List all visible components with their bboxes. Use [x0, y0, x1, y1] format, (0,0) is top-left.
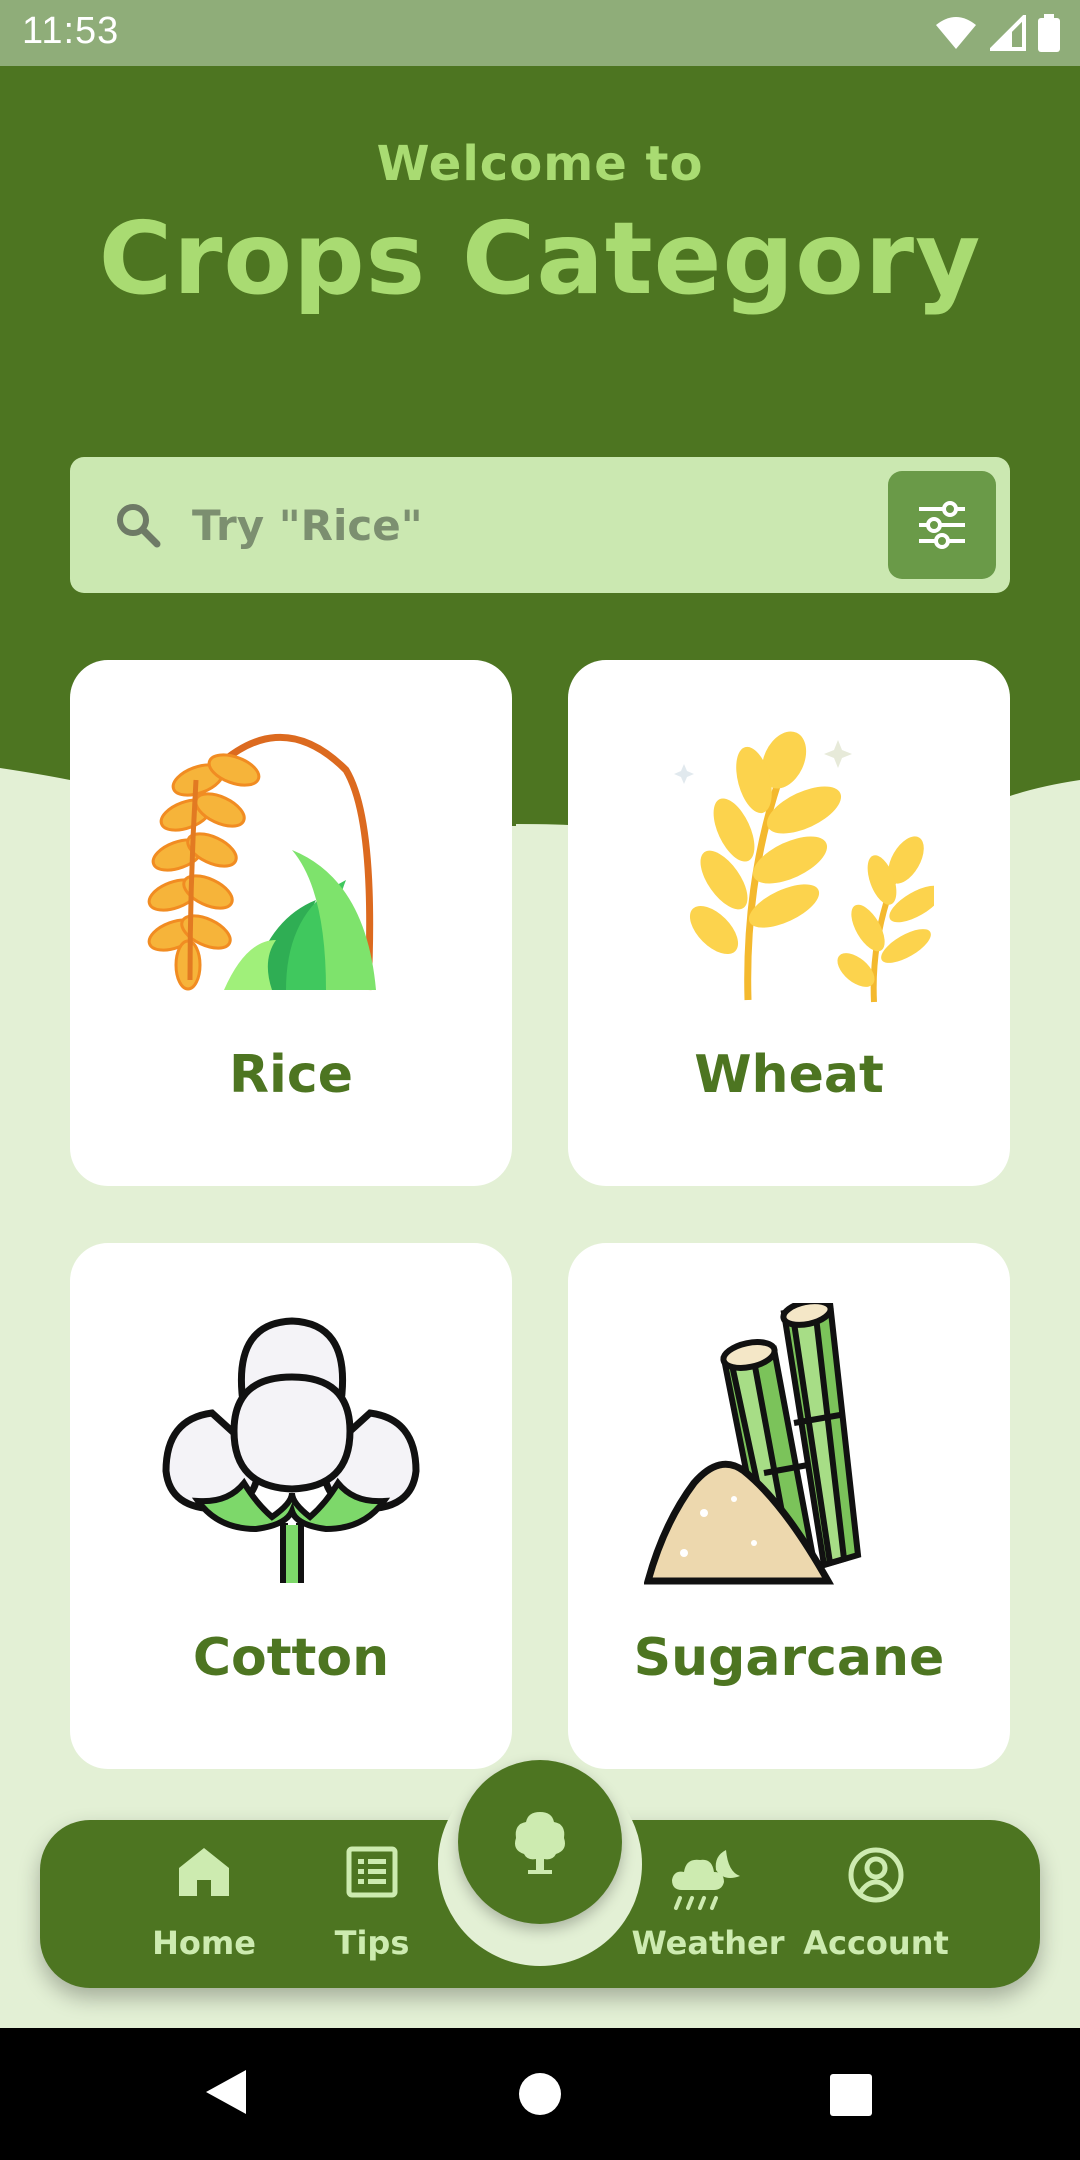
filter-button[interactable]: [888, 471, 996, 579]
page-title: Crops Category: [98, 200, 982, 317]
wheat-icon: [674, 731, 934, 1003]
recents-icon[interactable]: [830, 2074, 872, 2116]
sliders-icon: [919, 501, 965, 549]
nav-tips[interactable]: Tips: [302, 1846, 442, 1966]
crop-card-cotton[interactable]: Cotton: [70, 1243, 512, 1769]
weather-icon: [672, 1850, 740, 1910]
back-icon[interactable]: [204, 2068, 248, 2116]
crop-label-wheat: Wheat: [694, 1045, 884, 1105]
crop-label-rice: Rice: [229, 1045, 353, 1105]
crop-card-wheat[interactable]: Wheat: [568, 660, 1010, 1186]
crop-card-sugarcane[interactable]: Sugarcane: [568, 1243, 1010, 1769]
crop-label-cotton: Cotton: [192, 1628, 390, 1688]
crop-label-sugarcane: Sugarcane: [633, 1628, 945, 1688]
signal-icon: [990, 15, 1026, 51]
rice-icon: [147, 734, 376, 991]
sugarcane-icon: [644, 1303, 862, 1585]
nav-weather-label: Weather: [631, 1924, 785, 1962]
home-icon: [179, 1848, 229, 1896]
nav-weather[interactable]: Weather: [631, 1846, 785, 1966]
account-icon: [848, 1847, 904, 1903]
status-icons: [934, 14, 1060, 52]
system-nav-bar: [0, 2028, 1080, 2160]
wifi-icon: [936, 17, 976, 49]
nav-tips-label: Tips: [334, 1924, 410, 1962]
status-bar: 11:53: [0, 0, 1080, 66]
tree-icon: [515, 1812, 565, 1874]
welcome-text: Welcome to: [376, 136, 704, 192]
nav-account[interactable]: Account: [803, 1846, 949, 1966]
status-time: 11:53: [22, 10, 120, 52]
nav-account-label: Account: [803, 1924, 949, 1962]
list-icon: [346, 1846, 398, 1898]
search-bar[interactable]: Try "Rice": [70, 457, 1010, 593]
nav-home-label: Home: [152, 1924, 256, 1962]
battery-icon: [1038, 14, 1060, 52]
search-input[interactable]: Try "Rice": [192, 501, 423, 550]
cotton-icon: [162, 1317, 420, 1583]
search-icon: [117, 504, 161, 548]
crop-card-rice[interactable]: Rice: [70, 660, 512, 1186]
center-nav-button[interactable]: [458, 1760, 622, 1924]
nav-home[interactable]: Home: [134, 1846, 274, 1966]
home-circle-icon[interactable]: [518, 2072, 562, 2116]
